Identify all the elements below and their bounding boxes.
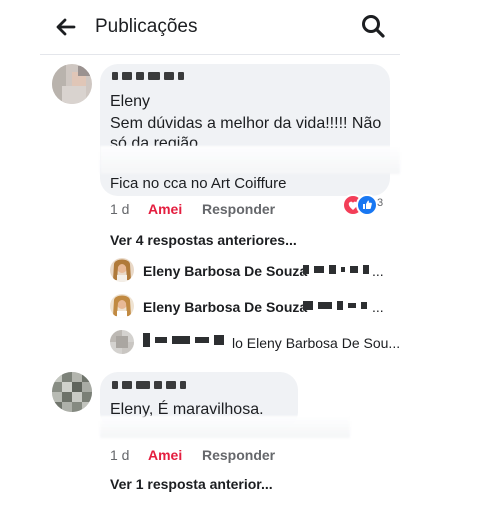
view-previous-replies-link[interactable]: Ver 4 respostas anteriores... <box>110 232 297 248</box>
blurred-region <box>100 146 400 174</box>
avatar[interactable] <box>110 330 134 354</box>
arrow-left-icon <box>56 18 76 36</box>
comment-time: 1 d <box>110 201 130 217</box>
profile-photo <box>52 372 92 412</box>
search-icon <box>362 15 385 38</box>
avatar[interactable] <box>52 372 92 412</box>
page-title: Publicações <box>95 16 198 37</box>
love-reaction-button[interactable]: Amei <box>148 447 182 463</box>
reply-suffix: ... <box>372 263 384 279</box>
redacted-author-name <box>112 72 184 80</box>
reply-button[interactable]: Responder <box>202 447 275 463</box>
comment-text-line: Sem dúvidas a melhor da vida!!!!! Não <box>110 115 382 132</box>
reply-author[interactable]: lo Eleny Barbosa De Sou... <box>232 335 400 351</box>
redacted-text <box>303 265 369 274</box>
view-previous-replies-link[interactable]: Ver 1 resposta anterior... <box>110 476 273 492</box>
reply-suffix: ... <box>372 299 384 315</box>
love-reaction-button[interactable]: Amei <box>148 201 182 217</box>
profile-photo <box>52 64 92 104</box>
avatar[interactable] <box>110 294 134 318</box>
top-bar: Publicações <box>40 0 400 55</box>
redacted-text <box>303 301 367 310</box>
redacted-author-name <box>143 333 224 347</box>
comment-text-line: só da região <box>110 135 199 146</box>
avatar[interactable] <box>110 258 134 282</box>
reaction-count: 3 <box>377 197 384 209</box>
search-button[interactable] <box>360 13 386 39</box>
thumbs-up-reaction-icon <box>356 194 378 216</box>
blurred-region <box>100 416 350 438</box>
redacted-author-name <box>112 381 186 389</box>
avatar[interactable] <box>52 64 92 104</box>
reply-author[interactable]: Eleny Barbosa De Souza <box>143 263 307 279</box>
back-button[interactable] <box>54 15 78 39</box>
comment-time: 1 d <box>110 447 130 463</box>
comment-text-line: Fica no cca no Art Coiffure <box>110 175 287 192</box>
comment-author: Eleny <box>110 93 151 110</box>
reply-button[interactable]: Responder <box>202 201 275 217</box>
reply-author[interactable]: Eleny Barbosa De Souza <box>143 299 307 315</box>
